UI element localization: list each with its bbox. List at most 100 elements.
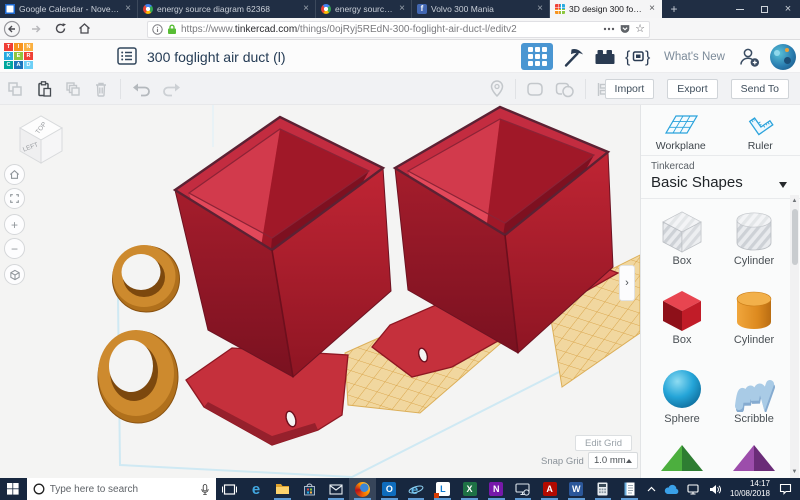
- workplane-tool-icon[interactable]: [488, 79, 506, 99]
- tab-close-icon[interactable]: ×: [124, 4, 132, 14]
- browser-tab-energy-2[interactable]: energy source diagram 62368 ×: [316, 0, 412, 18]
- shape-hole-box[interactable]: Box: [649, 208, 715, 267]
- design-properties-icon[interactable]: [117, 47, 137, 65]
- view-home-button[interactable]: [4, 164, 25, 185]
- ruler-helper-item[interactable]: Ruler: [721, 109, 800, 155]
- tab-close-icon[interactable]: ×: [302, 4, 310, 14]
- shape-red-box[interactable]: Box: [649, 287, 715, 346]
- delete-icon[interactable]: [93, 80, 109, 98]
- design-view-button[interactable]: [521, 43, 553, 70]
- shape-purple-pyramid-partial[interactable]: [721, 445, 787, 471]
- task-view-button[interactable]: [216, 478, 243, 500]
- browser-tab-energy-1[interactable]: energy source diagram 62368 ×: [138, 0, 316, 18]
- onedrive-cloud-icon[interactable]: [660, 478, 683, 500]
- duct-left[interactable]: [175, 117, 391, 377]
- paste-icon[interactable]: [35, 80, 53, 98]
- import-button[interactable]: Import: [605, 79, 655, 100]
- new-tab-button[interactable]: +: [662, 0, 686, 18]
- onenote-icon[interactable]: N: [483, 478, 510, 500]
- taskbar-clock[interactable]: 14:17 10/08/2018: [725, 479, 775, 500]
- shape-green-pyramid-partial[interactable]: [649, 445, 715, 471]
- shape-orange-cylinder[interactable]: Cylinder: [721, 287, 787, 346]
- whats-new-link[interactable]: What's New: [661, 51, 728, 63]
- word-icon[interactable]: W: [563, 478, 590, 500]
- tab-close-icon[interactable]: ×: [536, 4, 544, 14]
- url-text[interactable]: https://www.tinkercad.com/things/0ojRyj5…: [181, 24, 599, 35]
- refresh-icon[interactable]: [48, 18, 72, 40]
- close-button[interactable]: ×: [776, 0, 800, 18]
- zoom-in-button[interactable]: +: [4, 214, 25, 235]
- shape-category-dropdown[interactable]: Tinkercad Basic Shapes: [641, 155, 800, 198]
- pocket-icon[interactable]: [619, 23, 631, 35]
- invite-person-icon[interactable]: [737, 46, 761, 68]
- tab-close-icon[interactable]: ×: [398, 4, 406, 14]
- show-hidden-icons[interactable]: [643, 478, 660, 500]
- search-input[interactable]: [50, 484, 195, 495]
- outlook-icon[interactable]: O: [376, 478, 403, 500]
- microphone-icon[interactable]: [200, 483, 210, 496]
- workplane-helper-item[interactable]: Workplane: [641, 109, 721, 155]
- zoom-out-button[interactable]: −: [4, 238, 25, 259]
- skype-business-icon[interactable]: L: [429, 478, 456, 500]
- volume-icon[interactable]: [705, 478, 725, 500]
- file-explorer-icon[interactable]: [269, 478, 296, 500]
- scrollbar-thumb[interactable]: [792, 209, 798, 265]
- page-actions-icon[interactable]: [603, 27, 615, 31]
- solid-shape-icon[interactable]: [525, 80, 545, 98]
- browser-tab-calendar[interactable]: Google Calendar - November ×: [0, 0, 138, 18]
- browser-tab-tinkercad-active[interactable]: 3D design 300 foglight air duct ×: [550, 0, 662, 18]
- tinkercad-logo[interactable]: T I N K E R C A D: [4, 43, 33, 69]
- home-button[interactable]: [72, 18, 96, 40]
- calculator-icon[interactable]: [590, 478, 617, 500]
- minimize-button[interactable]: [728, 0, 752, 18]
- tab-close-icon[interactable]: ×: [648, 4, 656, 14]
- bookmark-star-icon[interactable]: ☆: [635, 24, 645, 35]
- scroll-down-icon[interactable]: ▼: [792, 466, 798, 478]
- notepad-icon[interactable]: [616, 478, 643, 500]
- mail-icon[interactable]: [323, 478, 350, 500]
- shape-sphere[interactable]: Sphere: [649, 366, 715, 425]
- panel-scrollbar[interactable]: ▲ ▼: [790, 195, 799, 478]
- view-cube[interactable]: TOP LEFT: [14, 107, 70, 167]
- site-info-icon[interactable]: [152, 24, 163, 35]
- fit-view-button[interactable]: [4, 188, 25, 209]
- design-title[interactable]: 300 foglight air duct (l): [147, 49, 286, 65]
- shape-scribble[interactable]: Scribble: [721, 366, 787, 425]
- redo-icon[interactable]: [162, 82, 181, 97]
- undo-icon[interactable]: [132, 82, 151, 97]
- user-avatar[interactable]: [770, 44, 796, 70]
- scroll-up-icon[interactable]: ▲: [792, 195, 798, 207]
- forward-button[interactable]: [24, 18, 48, 40]
- ring-upper[interactable]: [113, 245, 180, 312]
- duplicate-icon[interactable]: [64, 80, 82, 98]
- browser-tab-volvo[interactable]: f Volvo 300 Mania ×: [412, 0, 550, 18]
- panel-collapse-handle[interactable]: ›: [619, 265, 635, 301]
- microsoft-store-icon[interactable]: [296, 478, 323, 500]
- excel-icon[interactable]: X: [456, 478, 483, 500]
- action-center-icon[interactable]: [775, 478, 800, 500]
- export-button[interactable]: Export: [667, 79, 717, 100]
- viewport[interactable]: TOP LEFT + − › Edit Grid Snap Grid 1.0 m…: [0, 105, 640, 478]
- start-button[interactable]: [0, 478, 27, 500]
- edit-grid-button[interactable]: Edit Grid: [575, 435, 632, 451]
- send-to-button[interactable]: Send To: [731, 79, 789, 100]
- codeblocks-icon[interactable]: {}: [625, 47, 652, 66]
- snap-grid-dropdown[interactable]: 1.0 mm: [588, 452, 638, 469]
- network-icon[interactable]: [683, 478, 705, 500]
- back-button[interactable]: [0, 18, 24, 40]
- perspective-toggle-button[interactable]: [4, 264, 25, 285]
- ring-lower[interactable]: [98, 330, 178, 423]
- lego-brick-icon[interactable]: [594, 48, 616, 65]
- url-field[interactable]: https://www.tinkercad.com/things/0ojRyj5…: [147, 21, 650, 38]
- copy-icon[interactable]: [6, 80, 24, 98]
- shape-hole-cylinder[interactable]: Cylinder: [721, 208, 787, 267]
- internet-explorer-icon[interactable]: e: [403, 478, 430, 500]
- hole-shape-icon[interactable]: [554, 80, 576, 98]
- acrobat-icon[interactable]: A: [536, 478, 563, 500]
- restore-button[interactable]: [752, 0, 776, 18]
- taskbar-search[interactable]: [27, 478, 216, 500]
- viewport-canvas[interactable]: [0, 105, 640, 478]
- edge-icon[interactable]: e: [243, 478, 270, 500]
- firefox-icon[interactable]: [349, 478, 376, 500]
- minecraft-export-icon[interactable]: [562, 46, 585, 68]
